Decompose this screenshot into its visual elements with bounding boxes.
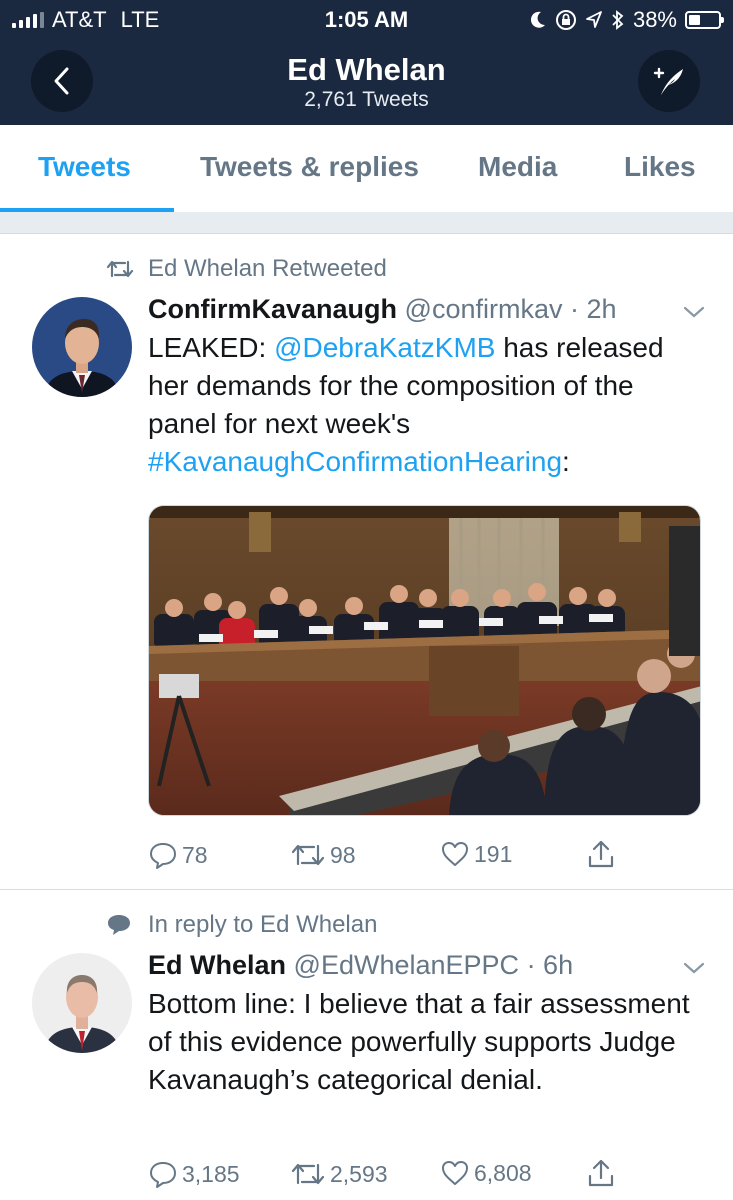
tab-likes[interactable]: Likes <box>624 151 696 183</box>
reply-context-label: In reply to Ed Whelan <box>148 911 378 938</box>
retweet-icon <box>291 844 325 866</box>
tweet-photo[interactable] <box>148 505 701 816</box>
retweet-context: Ed Whelan Retweeted <box>106 255 387 283</box>
tab-tweets[interactable]: Tweets <box>38 151 131 183</box>
chevron-down-icon[interactable] <box>682 960 706 976</box>
share-icon <box>588 840 614 868</box>
author-handle[interactable]: @EdWhelanEPPC <box>294 950 520 980</box>
moon-icon <box>530 11 545 28</box>
reply-context: In reply to Ed Whelan <box>106 911 377 939</box>
reply-bubble-icon <box>108 915 130 935</box>
profile-name-title: Ed Whelan <box>287 52 446 87</box>
heart-icon <box>442 842 468 866</box>
author-name[interactable]: Ed Whelan <box>148 950 286 980</box>
like-count: 191 <box>474 840 513 867</box>
profile-tabs: Tweets Tweets & replies Media Likes <box>0 125 733 213</box>
retweet-icon <box>106 260 134 278</box>
tweet-text-part: LEAKED: <box>148 332 275 363</box>
retweet-icon <box>291 1163 325 1185</box>
person-photo-icon <box>32 297 132 397</box>
chevron-down-icon[interactable] <box>682 304 706 320</box>
author-handle[interactable]: @confirmkav <box>405 294 563 324</box>
bluetooth-icon <box>612 10 624 30</box>
reply-count: 3,185 <box>182 1160 240 1187</box>
tweet-time: · 2h <box>570 294 617 324</box>
share-button[interactable] <box>586 1157 616 1189</box>
profile-header: AT&T LTE 1:05 AM 38% Ed Whelan 2,761 Twe… <box>0 0 733 125</box>
reply-count: 78 <box>182 841 208 868</box>
retweet-count: 2,593 <box>330 1160 388 1187</box>
hashtag-link[interactable]: #KavanaughConfirmationHearing <box>148 446 562 477</box>
tweet-text: LEAKED: @DebraKatzKMB has released her d… <box>148 329 708 481</box>
tweet-count: 2,761 Tweets <box>304 88 429 111</box>
battery-icon <box>685 11 724 29</box>
compose-tweet-icon <box>653 67 683 95</box>
tweet-time: · 6h <box>526 950 574 980</box>
share-button[interactable] <box>586 838 616 870</box>
author-name[interactable]: ConfirmKavanaugh <box>148 294 397 324</box>
reply-bubble-icon <box>150 843 176 869</box>
tweet-divider <box>0 889 733 890</box>
retweet-button[interactable]: 2,593 <box>290 1159 388 1189</box>
reply-bubble-icon <box>150 1162 176 1188</box>
like-button[interactable]: 191 <box>440 840 512 868</box>
compose-tweet-button[interactable] <box>638 50 700 112</box>
reply-button[interactable]: 78 <box>148 840 208 870</box>
tweet-text: Bottom line: I believe that a fair asses… <box>148 988 690 1095</box>
share-icon <box>588 1159 614 1187</box>
tweet-header: ConfirmKavanaugh @confirmkav · 2h <box>148 294 617 325</box>
person-photo-icon <box>32 953 132 1053</box>
tweet-header: Ed Whelan @EdWhelanEPPC · 6h <box>148 950 573 981</box>
battery-percentage: 38% <box>632 7 677 32</box>
heart-icon <box>442 1161 468 1185</box>
like-count: 6,808 <box>474 1159 532 1186</box>
tab-media[interactable]: Media <box>478 151 557 183</box>
hearing-room-photo <box>149 506 700 815</box>
rotation-lock-icon <box>555 10 576 30</box>
tweet-text-part: : <box>562 446 570 477</box>
like-button[interactable]: 6,808 <box>440 1159 532 1187</box>
mention-link[interactable]: @DebraKatzKMB <box>274 332 495 363</box>
reply-button[interactable]: 3,185 <box>148 1159 240 1189</box>
status-bar: AT&T LTE 1:05 AM 38% <box>0 0 733 40</box>
avatar[interactable] <box>32 297 132 397</box>
location-icon <box>586 11 602 28</box>
tab-tweets-and-replies[interactable]: Tweets & replies <box>200 151 419 183</box>
retweet-count: 98 <box>330 841 356 868</box>
retweet-context-label: Ed Whelan Retweeted <box>148 255 387 282</box>
battery-fill <box>689 15 700 25</box>
retweet-button[interactable]: 98 <box>290 840 356 870</box>
section-separator <box>0 212 733 234</box>
avatar[interactable] <box>32 953 132 1053</box>
